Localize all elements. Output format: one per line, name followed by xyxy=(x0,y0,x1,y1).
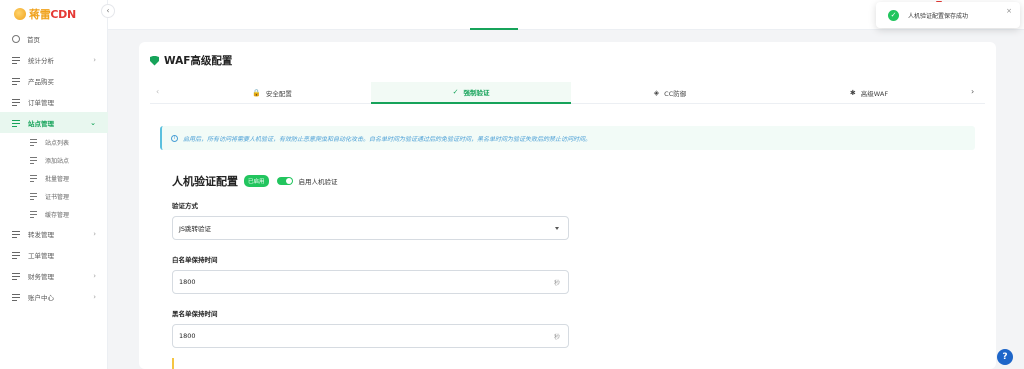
info-alert: i 启用后，所有访问将需要人机验证，有效防止恶意爬虫和自动化攻击。白名单时间为验… xyxy=(160,126,975,150)
gear-icon: ✱ xyxy=(849,89,856,97)
tab-bar: ‹ 🔒 安全配置 ✓ 强制验证 ◈ CC防御 ✱ 高级WAF › xyxy=(150,82,985,104)
caret-down-icon xyxy=(555,227,559,230)
unit-suffix: 秒 xyxy=(553,279,560,287)
sidebar-item-finance[interactable]: 财务管理 › xyxy=(0,265,108,286)
chevron-right-icon: › xyxy=(93,229,96,238)
waf-config-card: WAF高级配置 ‹ 🔒 安全配置 ✓ 强制验证 ◈ CC防御 ✱ 高级WAF ›… xyxy=(139,42,996,369)
input-value: 1800 xyxy=(179,332,196,340)
chevron-right-icon: › xyxy=(93,55,96,64)
sidebar-subitem-cache[interactable]: 缓存管理 xyxy=(0,205,108,223)
sidebar-item-label: 首页 xyxy=(27,35,40,44)
toast-message: 人机验证配置保存成功 xyxy=(908,12,969,20)
brand-logo[interactable]: 蒋雷CDN xyxy=(14,6,76,22)
tab-next-arrow[interactable]: › xyxy=(971,87,974,96)
sidebar-item-label: 账户中心 xyxy=(28,293,54,302)
sidebar-subitem-label: 证书管理 xyxy=(45,193,70,201)
sidebar-item-purchase[interactable]: 产品购买 xyxy=(0,70,108,91)
chevron-right-icon: › xyxy=(93,292,96,301)
logo-icon xyxy=(14,8,26,20)
tab-cc-defense[interactable]: ◈ CC防御 xyxy=(570,82,770,104)
list-icon xyxy=(30,210,38,218)
sidebar-subitem-add-site[interactable]: 添加站点 xyxy=(0,151,108,169)
tab-label: 强制验证 xyxy=(463,89,490,97)
sidebar-item-forwarding[interactable]: 转发管理 › xyxy=(0,223,108,244)
toast-close-button[interactable]: × xyxy=(1006,7,1012,15)
tab-label: 高级WAF xyxy=(860,90,889,98)
sidebar: 蒋雷CDN 首页 统计分析 › 产品购买 订单管理 站点管理 ⌄ 站点列表 添加… xyxy=(0,0,108,369)
alert-text: 启用后，所有访问将需要人机验证，有效防止恶意爬虫和自动化攻击。白名单时间为验证通… xyxy=(183,135,592,143)
list-icon xyxy=(12,251,21,259)
sidebar-subitem-label: 添加站点 xyxy=(45,157,70,165)
brand-name: 蒋雷CDN xyxy=(29,8,76,21)
list-icon xyxy=(12,293,21,301)
sidebar-subitem-label: 站点列表 xyxy=(45,139,70,147)
sidebar-item-label: 订单管理 xyxy=(28,98,54,107)
list-icon xyxy=(30,174,38,182)
lock-icon: 🔒 xyxy=(252,89,261,97)
sidebar-subitem-batch[interactable]: 批量管理 xyxy=(0,169,108,187)
page-title: WAF高级配置 xyxy=(150,53,232,68)
status-badge: 已启用 xyxy=(244,175,269,187)
warning-alert-edge xyxy=(172,358,174,369)
list-icon xyxy=(30,192,38,200)
blacklist-duration-input[interactable]: 1800 秒 xyxy=(172,324,569,348)
sidebar-item-label: 产品购买 xyxy=(28,77,54,86)
sidebar-collapse-button[interactable]: ‹ xyxy=(101,4,115,18)
whitelist-label: 白名单保持时间 xyxy=(172,256,218,264)
sidebar-item-statistics[interactable]: 统计分析 › xyxy=(0,49,108,70)
tab-prev-arrow[interactable]: ‹ xyxy=(156,87,159,96)
select-value: JS跳转验证 xyxy=(179,225,212,233)
check-circle-icon: ✓ xyxy=(888,9,899,21)
list-icon xyxy=(12,230,21,238)
help-button[interactable]: ? xyxy=(997,349,1013,365)
sidebar-item-account[interactable]: 账户中心 › xyxy=(0,286,108,307)
list-icon xyxy=(30,156,38,164)
chevron-right-icon: › xyxy=(93,271,96,280)
list-icon xyxy=(12,98,21,106)
tab-advanced-waf[interactable]: ✱ 高级WAF xyxy=(769,82,969,104)
blacklist-label: 黑名单保持时间 xyxy=(172,310,218,318)
captcha-toggle[interactable] xyxy=(276,177,293,185)
sidebar-item-home[interactable]: 首页 xyxy=(0,28,108,49)
sidebar-item-label: 工单管理 xyxy=(28,251,54,260)
page-title-text: WAF高级配置 xyxy=(164,55,233,67)
shield-check-icon: ✓ xyxy=(452,88,459,96)
tab-security[interactable]: 🔒 安全配置 xyxy=(172,82,372,104)
active-indicator xyxy=(470,28,518,30)
shield-icon: ◈ xyxy=(653,89,660,97)
section-header: 人机验证配置 已启用 启用人机验证 xyxy=(172,173,338,189)
globe-icon xyxy=(12,34,20,43)
list-icon xyxy=(12,272,21,280)
shield-icon xyxy=(150,55,159,66)
input-value: 1800 xyxy=(179,278,196,286)
sidebar-item-orders[interactable]: 订单管理 xyxy=(0,91,108,112)
tab-label: CC防御 xyxy=(664,90,687,98)
method-label: 验证方式 xyxy=(172,202,198,210)
sidebar-item-label: 转发管理 xyxy=(28,230,54,239)
unit-suffix: 秒 xyxy=(553,333,560,341)
sidebar-item-tickets[interactable]: 工单管理 xyxy=(0,244,108,265)
list-icon xyxy=(12,119,21,127)
section-title: 人机验证配置 xyxy=(172,175,238,188)
chevron-down-icon: ⌄ xyxy=(90,118,96,127)
sidebar-item-sites[interactable]: 站点管理 ⌄ xyxy=(0,112,108,133)
sidebar-subitem-label: 缓存管理 xyxy=(45,211,70,219)
sidebar-subitem-label: 批量管理 xyxy=(45,175,70,183)
tab-forced-verification[interactable]: ✓ 强制验证 xyxy=(371,82,571,104)
list-icon xyxy=(12,77,21,85)
list-icon xyxy=(30,138,38,146)
sidebar-subitem-site-list[interactable]: 站点列表 xyxy=(0,133,108,151)
sidebar-item-label: 财务管理 xyxy=(28,272,54,281)
tab-label: 安全配置 xyxy=(265,90,292,98)
whitelist-duration-input[interactable]: 1800 秒 xyxy=(172,270,569,294)
verification-method-select[interactable]: JS跳转验证 xyxy=(172,216,569,240)
sidebar-nav: 首页 统计分析 › 产品购买 订单管理 站点管理 ⌄ 站点列表 添加站点 批量管… xyxy=(0,28,108,307)
toggle-label: 启用人机验证 xyxy=(298,178,338,186)
sidebar-item-label: 统计分析 xyxy=(28,56,54,65)
list-icon xyxy=(12,56,21,64)
sidebar-item-label: 站点管理 xyxy=(28,119,54,128)
success-toast: ✓ 人机验证配置保存成功 × xyxy=(876,2,1020,28)
info-icon: i xyxy=(171,134,178,142)
sidebar-subitem-certs[interactable]: 证书管理 xyxy=(0,187,108,205)
